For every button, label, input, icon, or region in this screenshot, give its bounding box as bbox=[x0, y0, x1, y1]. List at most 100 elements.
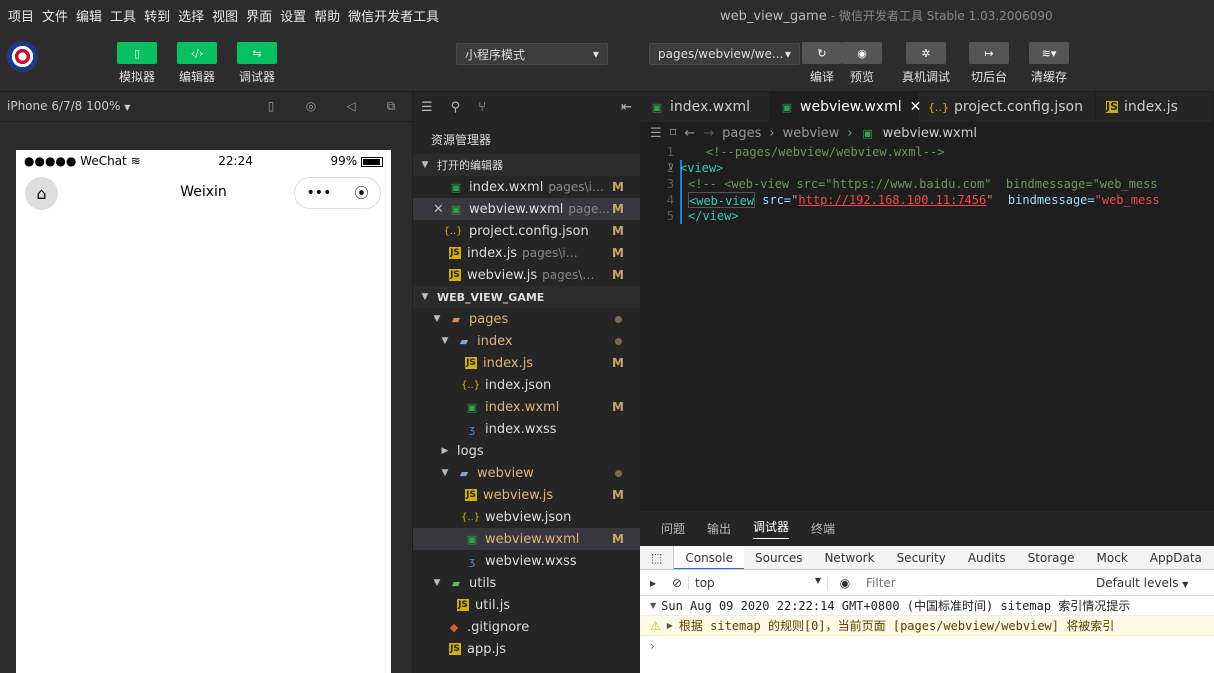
device-select[interactable]: iPhone 6/7/8 100% ▼ bbox=[7, 99, 130, 113]
debugger-toggle[interactable]: ⇋ 调试器 bbox=[233, 42, 281, 85]
tab-sources[interactable]: Sources bbox=[744, 546, 813, 569]
context-select[interactable]: top ▼ bbox=[688, 575, 828, 590]
tree-file[interactable]: ʒ index.wxss bbox=[413, 418, 640, 440]
menu-wechat-devtools[interactable]: 微信开发者工具 bbox=[344, 6, 443, 25]
search-icon[interactable]: ⚲ bbox=[451, 100, 461, 115]
open-editor-item[interactable]: {..} project.config.json M bbox=[413, 220, 640, 242]
tree-file[interactable]: ▣ index.wxml M bbox=[413, 396, 640, 418]
tab-storage[interactable]: Storage bbox=[1017, 546, 1086, 569]
phone-screen[interactable]: ●●●●● WeChat ≋ 22:24 99% ⌂ Weixin ••• ⦿ bbox=[16, 150, 391, 673]
background-button[interactable]: ↦ 切后台 bbox=[965, 42, 1013, 85]
tab-output[interactable]: 输出 bbox=[707, 520, 731, 537]
editor-toggle[interactable]: ‹/› 编辑器 bbox=[173, 42, 221, 85]
open-editors-header[interactable]: ▼ 打开的编辑器 bbox=[413, 154, 640, 176]
tab-mock[interactable]: Mock bbox=[1086, 546, 1139, 569]
exit-icon: ↦ bbox=[969, 42, 1009, 64]
menu-settings[interactable]: 设置 bbox=[276, 6, 310, 25]
tab-problems[interactable]: 问题 bbox=[661, 520, 685, 537]
tree-file[interactable]: {..} webview.json bbox=[413, 506, 640, 528]
tree-file[interactable]: JS app.js bbox=[413, 638, 640, 660]
eye-icon[interactable]: ◉ bbox=[828, 576, 862, 590]
console-filter-input[interactable] bbox=[862, 573, 1092, 592]
code-area[interactable]: 1 <!--pages/webview/webview.wxml--> 2 ∨ <vi… bbox=[640, 144, 1214, 224]
menu-goto[interactable]: 转到 bbox=[140, 6, 174, 25]
tab-terminal[interactable]: 终端 bbox=[811, 520, 835, 537]
json-file-icon: {..} bbox=[443, 225, 463, 237]
menu-selection[interactable]: 选择 bbox=[174, 6, 208, 25]
forward-arrow-icon[interactable]: → bbox=[703, 126, 714, 141]
project-header[interactable]: ▼ WEB_VIEW_GAME bbox=[413, 286, 640, 308]
tab-audits[interactable]: Audits bbox=[957, 546, 1017, 569]
open-editor-item[interactable]: JS webview.js pages\we... M bbox=[413, 264, 640, 286]
tree-folder[interactable]: ▼ ▰ pages bbox=[413, 308, 640, 330]
tab-debugger[interactable]: 调试器 bbox=[753, 518, 790, 539]
list-icon[interactable]: ☰ bbox=[650, 126, 662, 141]
remote-debug-button[interactable]: ✲ 真机调试 bbox=[899, 42, 953, 85]
tree-file[interactable]: {..} index.json bbox=[413, 374, 640, 396]
bookmark-icon[interactable]: ⌑ bbox=[670, 126, 677, 141]
more-icon[interactable]: ••• bbox=[307, 185, 332, 201]
mode-select[interactable]: 小程序模式 ▼ bbox=[456, 43, 608, 65]
console-group-header[interactable]: ▼ Sun Aug 09 2020 22:22:14 GMT+0800 (中国标… bbox=[640, 596, 1214, 616]
popout-icon[interactable]: ⧉ bbox=[384, 99, 398, 113]
tree-file[interactable]: JS index.js M bbox=[413, 352, 640, 374]
tab-appdata[interactable]: AppData bbox=[1139, 546, 1213, 569]
breadcrumb-item[interactable]: pages bbox=[722, 126, 761, 141]
sidebar-toggle-icon[interactable]: ▸ bbox=[640, 576, 666, 590]
menu-help[interactable]: 帮助 bbox=[310, 6, 344, 25]
tree-folder[interactable]: ▶ logs bbox=[413, 440, 640, 462]
inspect-icon[interactable]: ⬚ bbox=[640, 546, 675, 569]
chevron-right-icon: › bbox=[847, 125, 853, 141]
menu-view[interactable]: 视图 bbox=[208, 6, 242, 25]
open-editor-item[interactable]: ▣ index.wxml pages\in... M bbox=[413, 176, 640, 198]
breadcrumb-item[interactable]: webview.wxml bbox=[883, 126, 977, 141]
tree-file[interactable]: JS util.js bbox=[413, 594, 640, 616]
log-levels-select[interactable]: Default levels ▼ bbox=[1096, 576, 1188, 590]
collapse-sidebar-icon[interactable]: ⇤ bbox=[621, 100, 632, 115]
preview-button[interactable]: ◉ 预览 bbox=[838, 42, 886, 85]
tab-project-config[interactable]: {..} project.config.json bbox=[918, 92, 1096, 122]
back-arrow-icon[interactable]: ← bbox=[684, 126, 695, 141]
tab-console[interactable]: Console bbox=[674, 546, 744, 569]
tree-folder[interactable]: ▼ ▰ utils bbox=[413, 572, 640, 594]
user-avatar[interactable] bbox=[7, 41, 38, 72]
breadcrumb-item[interactable]: webview bbox=[783, 126, 840, 141]
simulator-toggle[interactable]: ▯ 模拟器 bbox=[113, 42, 161, 85]
tab-network[interactable]: Network bbox=[813, 546, 885, 569]
record-icon[interactable]: ◎ bbox=[304, 99, 318, 113]
close-circle-icon[interactable]: ⦿ bbox=[354, 183, 368, 203]
tree-file[interactable]: ◆ .gitignore bbox=[413, 616, 640, 638]
tree-file[interactable]: ʒ webview.wxss bbox=[413, 550, 640, 572]
git-branch-icon[interactable]: ⑂ bbox=[478, 100, 486, 115]
chevron-right-icon: › bbox=[769, 125, 775, 141]
simulator-label: 模拟器 bbox=[118, 70, 155, 84]
menu-file[interactable]: 文件 bbox=[38, 6, 72, 25]
tree-folder[interactable]: ▼ ▰ webview bbox=[413, 462, 640, 484]
menu-project[interactable]: 项目 bbox=[0, 6, 38, 25]
tree-file[interactable]: ▣ webview.wxml M bbox=[413, 528, 640, 550]
tree-file[interactable]: JS webview.js M bbox=[413, 484, 640, 506]
js-file-icon: JS bbox=[465, 357, 477, 369]
tab-security[interactable]: Security bbox=[886, 546, 957, 569]
menu-interface[interactable]: 界面 bbox=[242, 6, 276, 25]
tab-index-wxml[interactable]: ▣ index.wxml bbox=[640, 92, 770, 122]
menu-tools[interactable]: 工具 bbox=[106, 6, 140, 25]
tree-folder[interactable]: ▼ ▰ index bbox=[413, 330, 640, 352]
tab-webview-wxml[interactable]: ▣ webview.wxml ✕ bbox=[770, 92, 921, 122]
list-icon[interactable]: ☰ bbox=[421, 100, 433, 115]
clear-console-icon[interactable]: ⊘ bbox=[666, 576, 688, 590]
clear-cache-label: 清缓存 bbox=[1030, 70, 1067, 84]
open-editor-item[interactable]: JS index.js pages\index M bbox=[413, 242, 640, 264]
menu-edit[interactable]: 编辑 bbox=[72, 6, 106, 25]
console-prompt[interactable]: › bbox=[640, 636, 1214, 656]
volume-icon[interactable]: ◁ bbox=[344, 99, 358, 113]
open-editor-item[interactable]: ✕ ▣ webview.wxml page... M bbox=[413, 198, 640, 220]
capsule-menu[interactable]: ••• ⦿ bbox=[294, 177, 381, 209]
tab-index-js[interactable]: JS index.js bbox=[1096, 92, 1214, 122]
clear-cache-button[interactable]: ≋▾ 清缓存 bbox=[1025, 42, 1073, 85]
compile-page-select[interactable]: pages/webview/we... ▼ bbox=[649, 43, 800, 65]
close-icon[interactable]: ✕ bbox=[433, 202, 447, 217]
console-warning[interactable]: ⚠ ▶ 根据 sitemap 的规则[0]，当前页面 [pages/webvie… bbox=[640, 616, 1214, 636]
fold-chevron-icon[interactable]: ∨ bbox=[662, 160, 680, 176]
phone-outline-icon[interactable]: ▯ bbox=[264, 99, 278, 113]
